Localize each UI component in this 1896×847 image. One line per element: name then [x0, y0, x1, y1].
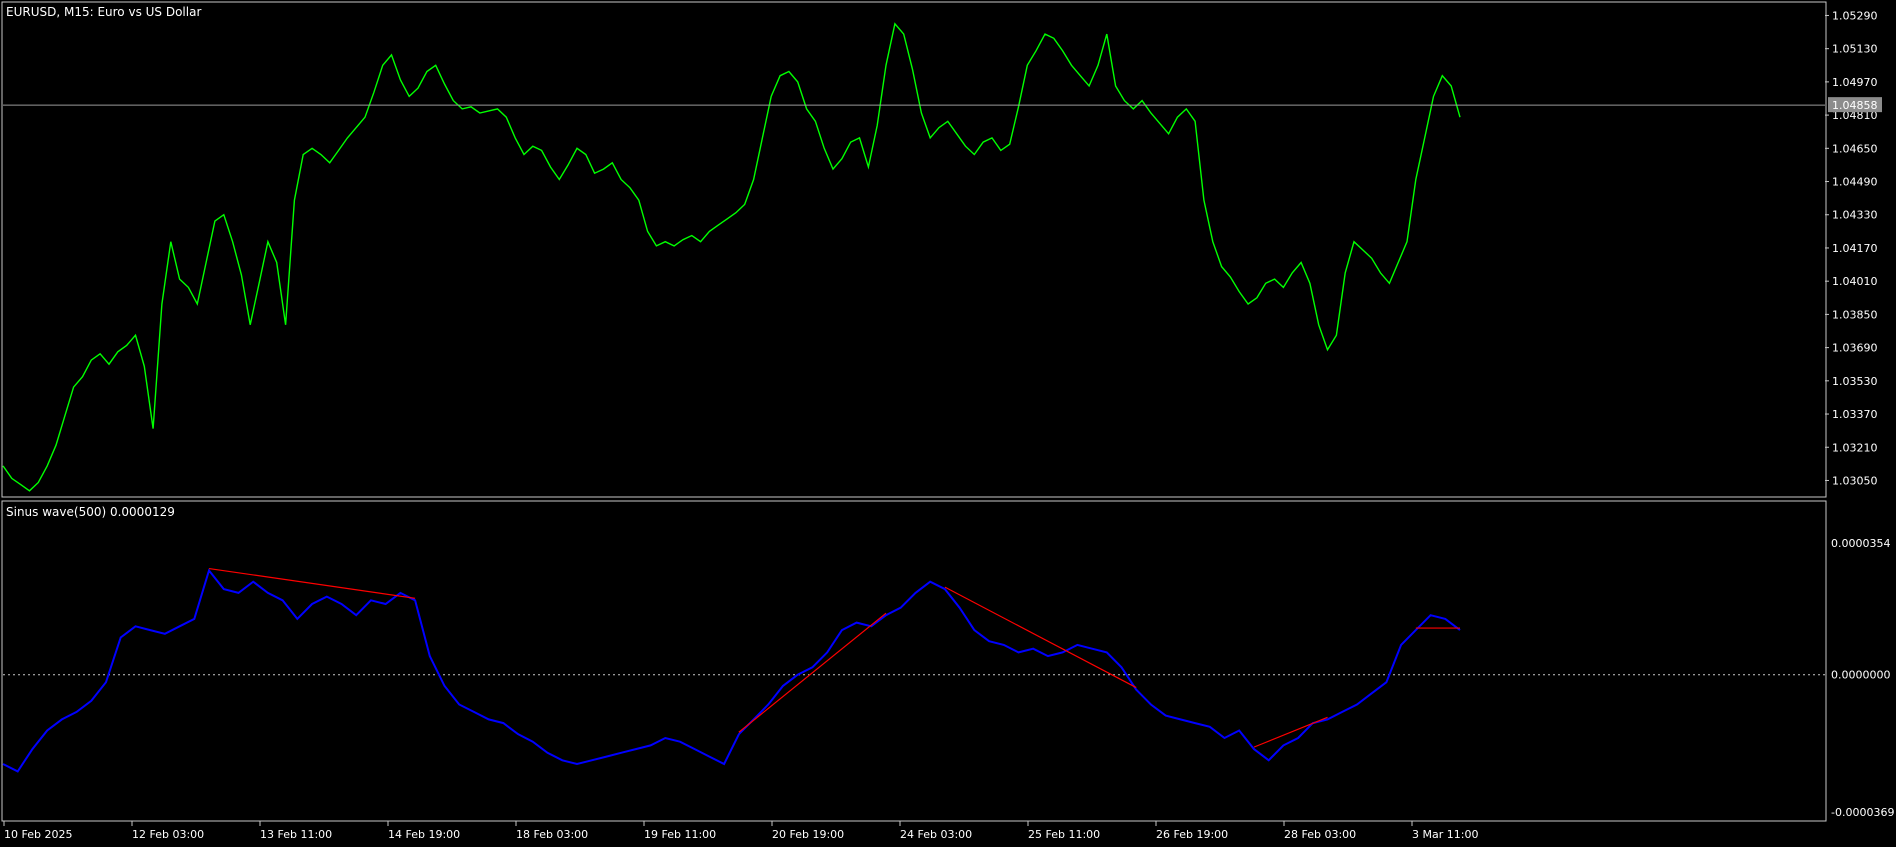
time-tick-label: 26 Feb 19:00 — [1156, 828, 1228, 841]
time-tick-label: 18 Feb 03:00 — [516, 828, 588, 841]
time-tick-label: 19 Feb 11:00 — [644, 828, 716, 841]
price-tick-label: 1.04650 — [1832, 142, 1878, 155]
price-axis: 1.052901.051301.049701.048101.046501.044… — [1825, 9, 1882, 487]
price-tick-label: 1.05130 — [1832, 43, 1878, 56]
price-tick-label: 1.03210 — [1832, 441, 1878, 454]
price-tick-label: 1.04970 — [1832, 76, 1878, 89]
price-tick-label: 1.05290 — [1832, 9, 1878, 22]
time-tick-label: 20 Feb 19:00 — [772, 828, 844, 841]
indicator-tick-label: 0.0000000 — [1831, 669, 1891, 682]
time-tick-label: 13 Feb 11:00 — [260, 828, 332, 841]
price-tick-label: 1.04010 — [1832, 275, 1878, 288]
price-tick-label: 1.04170 — [1832, 242, 1878, 255]
price-tick-label: 1.03370 — [1832, 408, 1878, 421]
price-tick-label: 1.03690 — [1832, 342, 1878, 355]
time-tick-label: 28 Feb 03:00 — [1284, 828, 1356, 841]
price-tick-label: 1.04490 — [1832, 176, 1878, 189]
background — [0, 0, 1896, 847]
time-tick-label: 25 Feb 11:00 — [1028, 828, 1100, 841]
chart-canvas[interactable]: 1.052901.051301.049701.048101.046501.044… — [0, 0, 1896, 847]
price-tick-label: 1.03530 — [1832, 375, 1878, 388]
time-tick-label: 3 Mar 11:00 — [1412, 828, 1478, 841]
time-tick-label: 12 Feb 03:00 — [132, 828, 204, 841]
price-tick-label: 1.04330 — [1832, 209, 1878, 222]
indicator-tick-label: -0.0000369 — [1831, 806, 1894, 819]
time-tick-label: 24 Feb 03:00 — [900, 828, 972, 841]
price-tick-label: 1.03850 — [1832, 308, 1878, 321]
time-tick-label: 10 Feb 2025 — [4, 828, 72, 841]
current-price-label: 1.04858 — [1832, 99, 1878, 112]
main-chart-title: EURUSD, M15: Euro vs US Dollar — [6, 5, 201, 19]
price-tick-label: 1.03050 — [1832, 474, 1878, 487]
indicator-tick-label: 0.0000354 — [1831, 537, 1891, 550]
indicator-title: Sinus wave(500) 0.0000129 — [6, 505, 175, 519]
time-tick-label: 14 Feb 19:00 — [388, 828, 460, 841]
